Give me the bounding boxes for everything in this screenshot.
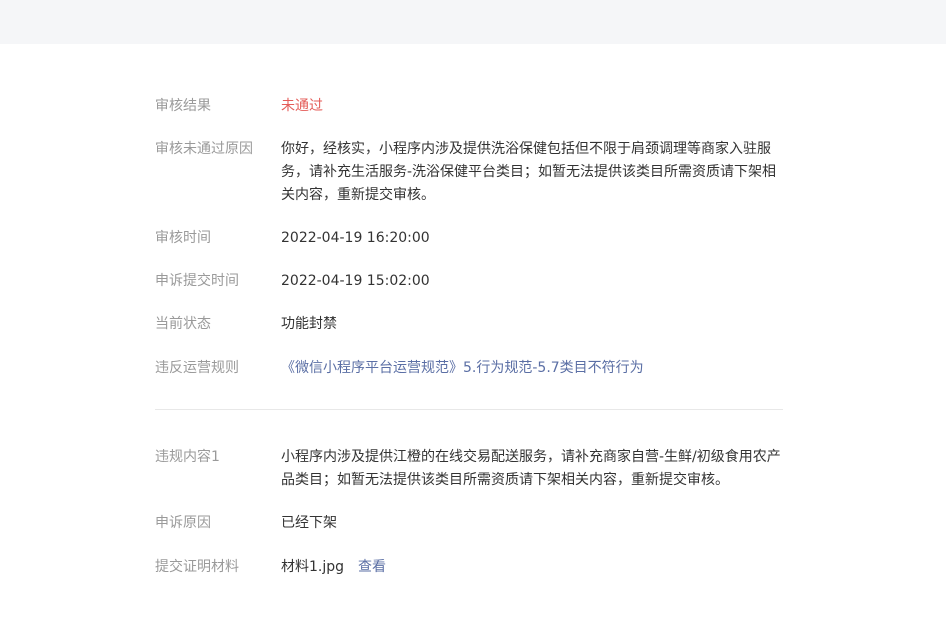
- current-status-value: 功能封禁: [281, 316, 337, 332]
- violated-rule-label: 违反运营规则: [155, 360, 239, 376]
- appeal-reason-value: 已经下架: [281, 515, 337, 531]
- audit-reason-value: 你好，经核实，小程序内涉及提供洗浴保健包括但不限于肩颈调理等商家入驻服务，请补充…: [281, 141, 777, 203]
- violation-content-label: 违规内容1: [155, 449, 220, 465]
- appeal-reason-label: 申诉原因: [155, 515, 211, 531]
- evidence-material-value: 材料1.jpg 查看: [281, 556, 783, 579]
- material-file-name: 材料1.jpg: [281, 559, 345, 575]
- audit-result-value: 未通过: [281, 98, 323, 114]
- audit-time-value: 2022-04-19 16:20:00: [281, 230, 430, 246]
- violation-content-value: 小程序内涉及提供江橙的在线交易配送服务，请补充商家自营-生鲜/初级食用农产品类目…: [281, 449, 781, 488]
- audit-time-label: 审核时间: [155, 230, 211, 246]
- appeal-time-value: 2022-04-19 15:02:00: [281, 273, 430, 289]
- evidence-material-label: 提交证明材料: [155, 559, 239, 575]
- section-divider: [155, 409, 783, 410]
- top-bar: [0, 0, 946, 44]
- current-status-label: 当前状态: [155, 316, 211, 332]
- audit-result-label: 审核结果: [155, 98, 211, 114]
- view-material-link[interactable]: 查看: [358, 559, 386, 575]
- appeal-time-label: 申诉提交时间: [155, 273, 239, 289]
- violated-rule-link[interactable]: 《微信小程序平台运营规范》5.行为规范-5.7类目不符行为: [281, 357, 783, 380]
- audit-reason-label: 审核未通过原因: [155, 141, 253, 157]
